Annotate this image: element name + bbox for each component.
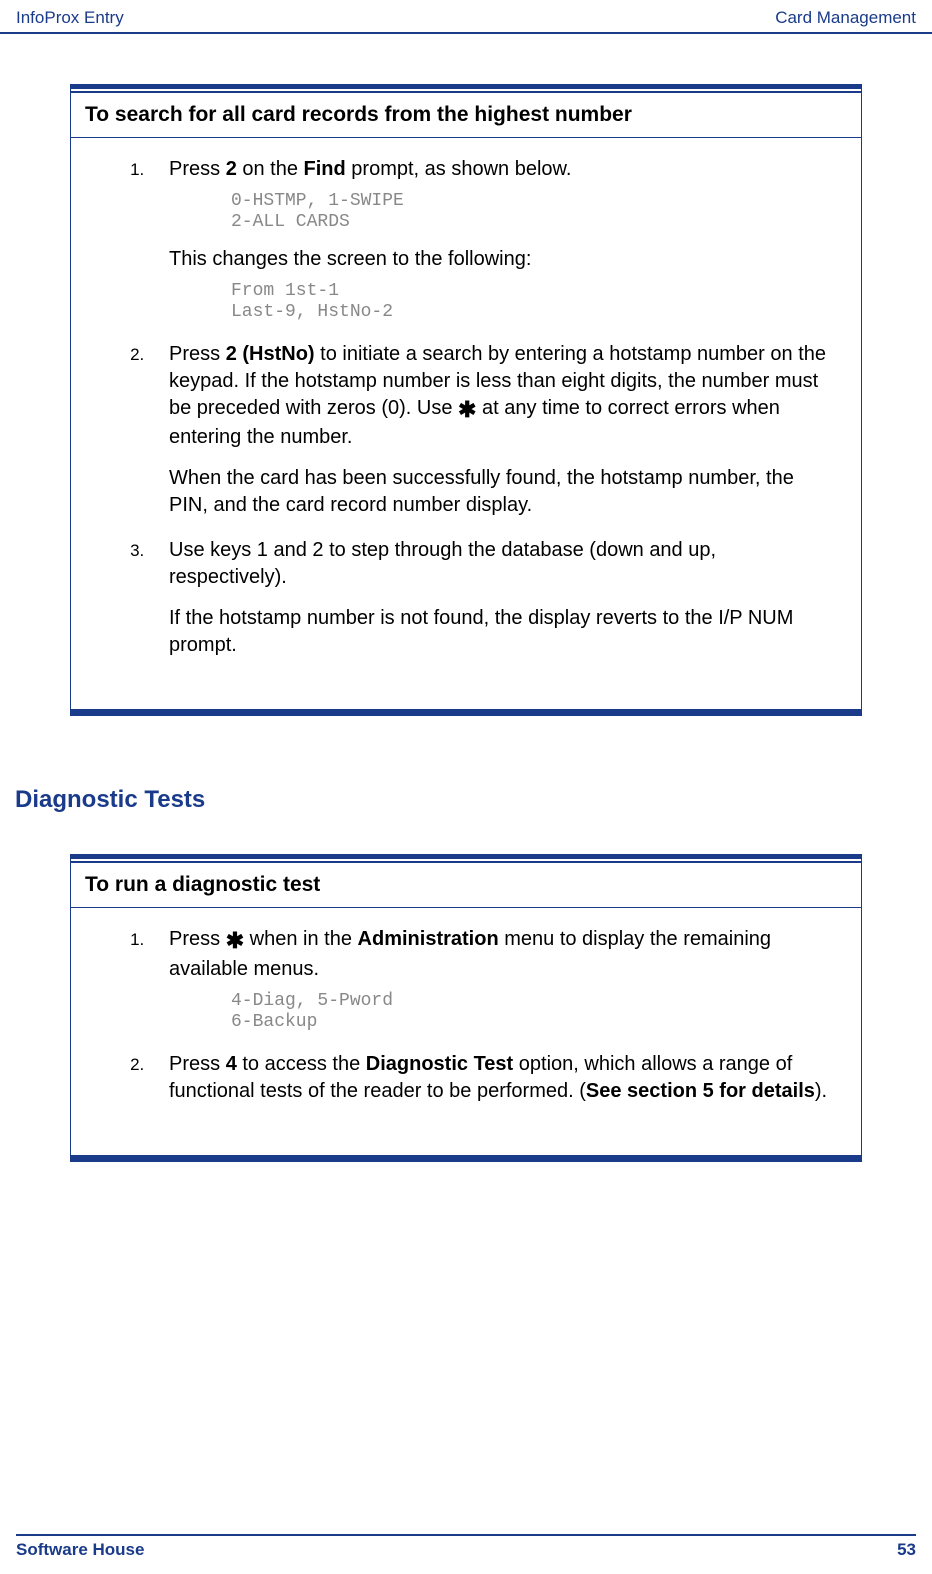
procedure-box-diagnostic: To run a diagnostic test Press ✱ when in… xyxy=(70,854,862,1161)
procedure-box-search: To search for all card records from the … xyxy=(70,84,862,716)
text: Press xyxy=(169,928,226,950)
text: to access the xyxy=(237,1053,366,1075)
header-left: InfoProx Entry xyxy=(16,8,124,28)
box-rule xyxy=(71,711,861,715)
bold-text: See section 5 for details xyxy=(586,1080,815,1102)
box-rule xyxy=(71,1157,861,1161)
box-title: To search for all card records from the … xyxy=(71,93,861,138)
lcd-display-text: From 1st-1 Last-9, HstNo-2 xyxy=(231,281,831,322)
lcd-display-text: 4-Diag, 5-Pword 6-Backup xyxy=(231,991,831,1032)
list-item: Press 4 to access the Diagnostic Test op… xyxy=(149,1051,831,1105)
bold-text: 2 xyxy=(226,158,237,180)
box-body: Press 2 on the Find prompt, as shown bel… xyxy=(71,138,861,707)
bold-text: Find xyxy=(304,158,346,180)
list-item: Press ✱ when in the Administration menu … xyxy=(149,926,831,1032)
list-item: Press 2 on the Find prompt, as shown bel… xyxy=(149,156,831,323)
text: Use keys 1 and 2 to step through the dat… xyxy=(169,539,716,588)
text: when in the xyxy=(244,928,357,950)
section-heading: Diagnostic Tests xyxy=(15,786,862,814)
lcd-display-text: 0-HSTMP, 1-SWIPE 2-ALL CARDS xyxy=(231,191,831,232)
bold-text: 4 xyxy=(226,1053,237,1075)
list-item: Press 2 (HstNo) to initiate a search by … xyxy=(149,341,831,520)
content-area: To search for all card records from the … xyxy=(0,34,932,1162)
text: prompt, as shown below. xyxy=(346,158,572,180)
text: Press xyxy=(169,1053,226,1075)
text: on the xyxy=(237,158,304,180)
text: ). xyxy=(815,1080,827,1102)
list-item: Use keys 1 and 2 to step through the dat… xyxy=(149,537,831,659)
header-right: Card Management xyxy=(775,8,916,28)
text: When the card has been successfully foun… xyxy=(169,465,831,519)
bold-text: 2 (HstNo) xyxy=(226,343,315,365)
text: If the hotstamp number is not found, the… xyxy=(169,605,831,659)
asterisk-icon: ✱ xyxy=(226,926,244,956)
bold-text: Administration xyxy=(358,928,499,950)
footer-left: Software House xyxy=(16,1540,144,1560)
page-header: InfoProx Entry Card Management xyxy=(0,0,932,34)
text: This changes the screen to the following… xyxy=(169,246,831,273)
box-body: Press ✱ when in the Administration menu … xyxy=(71,908,861,1152)
footer-right: 53 xyxy=(897,1540,916,1560)
page-footer: Software House 53 xyxy=(16,1534,916,1560)
bold-text: Diagnostic Test xyxy=(366,1053,513,1075)
box-title: To run a diagnostic test xyxy=(71,863,861,908)
text: Press xyxy=(169,158,226,180)
asterisk-icon: ✱ xyxy=(458,395,476,425)
text: Press xyxy=(169,343,226,365)
